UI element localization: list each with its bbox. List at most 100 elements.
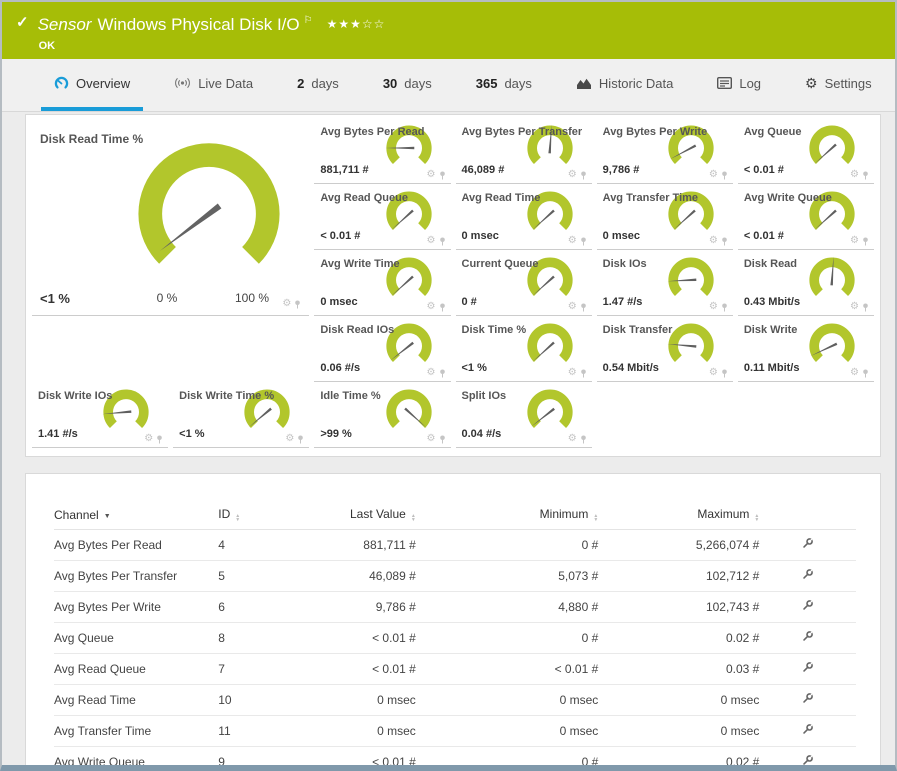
channel-row[interactable]: Avg Bytes Per Read 4 881,711 # 0 # 5,266… <box>54 530 856 561</box>
channel-row[interactable]: Avg Queue 8 < 0.01 # 0 # 0.02 # <box>54 623 856 654</box>
gauge-value: <1 % <box>40 291 70 306</box>
channel-row[interactable]: Avg Read Time 10 0 msec 0 msec 0 msec <box>54 685 856 716</box>
pin-icon[interactable] <box>721 303 728 312</box>
column-header-id[interactable]: ID▲▼ <box>218 502 285 530</box>
pin-icon[interactable] <box>721 369 728 378</box>
gauge-value: 0 # <box>462 296 477 308</box>
gear-icon[interactable]: ⚙ <box>568 236 577 246</box>
pin-icon[interactable] <box>156 435 163 444</box>
pin-icon[interactable] <box>580 303 587 312</box>
pin-icon[interactable] <box>439 171 446 180</box>
gear-icon[interactable]: ⚙ <box>427 170 436 180</box>
tab-live-data[interactable]: Live Data <box>161 59 266 111</box>
priority-stars[interactable]: ★★★☆☆ <box>327 17 386 31</box>
gauge-cell[interactable]: Avg Read Time 0 msec ⚙ <box>456 184 592 250</box>
pin-icon[interactable] <box>862 303 869 312</box>
channel-row[interactable]: Avg Bytes Per Write 6 9,786 # 4,880 # 10… <box>54 592 856 623</box>
gear-icon[interactable]: ⚙ <box>568 302 577 312</box>
gear-icon[interactable]: ⚙ <box>709 368 718 378</box>
gear-icon[interactable]: ⚙ <box>709 170 718 180</box>
gear-icon[interactable]: ⚙ <box>709 236 718 246</box>
pin-icon[interactable] <box>862 237 869 246</box>
gear-icon[interactable]: ⚙ <box>709 302 718 312</box>
gauge-cell[interactable]: Current Queue 0 # ⚙ <box>456 250 592 316</box>
gauge-cell[interactable]: Avg Transfer Time 0 msec ⚙ <box>597 184 733 250</box>
tab-settings[interactable]: ⚙Settings <box>792 59 885 111</box>
channel-settings-wrench-icon[interactable] <box>801 599 814 612</box>
gauge-cell[interactable]: Disk Read 0.43 Mbit/s ⚙ <box>738 250 874 316</box>
gear-icon[interactable]: ⚙ <box>282 299 291 309</box>
column-header-last-value[interactable]: Last Value▲▼ <box>285 502 416 530</box>
gauge-cell[interactable]: Idle Time % >99 % ⚙ <box>314 382 450 448</box>
channel-settings-wrench-icon[interactable] <box>801 692 814 705</box>
gauge-cell[interactable]: Avg Bytes Per Read 881,711 # ⚙ <box>314 118 450 184</box>
pin-icon[interactable] <box>439 237 446 246</box>
gear-icon[interactable]: ⚙ <box>850 302 859 312</box>
gauge-dial <box>119 134 299 290</box>
pin-icon[interactable] <box>580 369 587 378</box>
gauge-cell[interactable]: Avg Read Queue < 0.01 # ⚙ <box>314 184 450 250</box>
channel-settings-wrench-icon[interactable] <box>801 537 814 550</box>
gear-icon[interactable]: ⚙ <box>568 368 577 378</box>
channel-settings-wrench-icon[interactable] <box>801 723 814 736</box>
pin-icon[interactable] <box>439 369 446 378</box>
gauge-main[interactable]: Disk Read Time % 0 % 100 % <1 % ⚙ <box>32 118 309 316</box>
tab-30-days[interactable]: 30days <box>370 59 445 111</box>
pin-icon[interactable] <box>294 300 301 309</box>
gear-icon[interactable]: ⚙ <box>427 236 436 246</box>
gear-icon[interactable]: ⚙ <box>850 368 859 378</box>
tab-365-days[interactable]: 365days <box>463 59 545 111</box>
channel-settings-wrench-icon[interactable] <box>801 568 814 581</box>
gear-icon[interactable]: ⚙ <box>144 434 153 444</box>
channel-row[interactable]: Avg Read Queue 7 < 0.01 # < 0.01 # 0.03 … <box>54 654 856 685</box>
pin-icon[interactable] <box>439 303 446 312</box>
gear-icon[interactable]: ⚙ <box>285 434 294 444</box>
gear-icon[interactable]: ⚙ <box>850 170 859 180</box>
gauge-cell[interactable]: Disk Write IOs 1.41 #/s ⚙ <box>32 382 168 448</box>
channel-row[interactable]: Avg Write Queue 9 < 0.01 # 0 # 0.02 # <box>54 747 856 766</box>
channel-row[interactable]: Avg Bytes Per Transfer 5 46,089 # 5,073 … <box>54 561 856 592</box>
channel-settings-wrench-icon[interactable] <box>801 630 814 643</box>
gauge-cell[interactable]: Avg Queue < 0.01 # ⚙ <box>738 118 874 184</box>
gear-icon[interactable]: ⚙ <box>568 434 577 444</box>
tab-log[interactable]: Log <box>704 59 774 111</box>
column-header-maximum[interactable]: Maximum▲▼ <box>598 502 759 530</box>
gauge-cell[interactable]: Disk IOs 1.47 #/s ⚙ <box>597 250 733 316</box>
gear-icon[interactable]: ⚙ <box>427 368 436 378</box>
flag-icon[interactable]: ⚐ <box>304 15 313 26</box>
gauge-cell[interactable]: Disk Read IOs 0.06 #/s ⚙ <box>314 316 450 382</box>
pin-icon[interactable] <box>580 171 587 180</box>
gauge-cell[interactable]: Avg Write Queue < 0.01 # ⚙ <box>738 184 874 250</box>
pin-icon[interactable] <box>862 171 869 180</box>
pin-icon[interactable] <box>721 237 728 246</box>
gauge-cell[interactable]: Disk Write Time % <1 % ⚙ <box>173 382 309 448</box>
column-header-channel[interactable]: Channel▼ <box>54 502 218 530</box>
pin-icon[interactable] <box>721 171 728 180</box>
pin-icon[interactable] <box>297 435 304 444</box>
gear-icon[interactable]: ⚙ <box>427 434 436 444</box>
pin-icon[interactable] <box>439 435 446 444</box>
gauge-cell[interactable]: Split IOs 0.04 #/s ⚙ <box>456 382 592 448</box>
gauge-title: Idle Time % <box>320 390 380 402</box>
pin-icon[interactable] <box>580 435 587 444</box>
gear-icon[interactable]: ⚙ <box>850 236 859 246</box>
channel-settings-wrench-icon[interactable] <box>801 661 814 674</box>
gauge-cell[interactable]: Disk Transfer 0.54 Mbit/s ⚙ <box>597 316 733 382</box>
pin-icon[interactable] <box>862 369 869 378</box>
channel-settings-wrench-icon[interactable] <box>801 754 814 765</box>
gauge-cell[interactable]: Avg Bytes Per Transfer 46,089 # ⚙ <box>456 118 592 184</box>
gauge-value: < 0.01 # <box>744 164 784 176</box>
pin-icon[interactable] <box>580 237 587 246</box>
channel-row[interactable]: Avg Transfer Time 11 0 msec 0 msec 0 mse… <box>54 716 856 747</box>
channel-id: 4 <box>218 530 285 561</box>
gear-icon[interactable]: ⚙ <box>568 170 577 180</box>
gear-icon[interactable]: ⚙ <box>427 302 436 312</box>
tab-2-days[interactable]: 2days <box>284 59 352 111</box>
column-header-minimum[interactable]: Minimum▲▼ <box>416 502 599 530</box>
gauge-cell[interactable]: Avg Bytes Per Write 9,786 # ⚙ <box>597 118 733 184</box>
tab-historic-data[interactable]: Historic Data <box>563 59 686 111</box>
gauge-cell[interactable]: Disk Write 0.11 Mbit/s ⚙ <box>738 316 874 382</box>
gauge-cell[interactable]: Avg Write Time 0 msec ⚙ <box>314 250 450 316</box>
gauge-cell[interactable]: Disk Time % <1 % ⚙ <box>456 316 592 382</box>
tab-overview[interactable]: Overview <box>41 59 143 111</box>
